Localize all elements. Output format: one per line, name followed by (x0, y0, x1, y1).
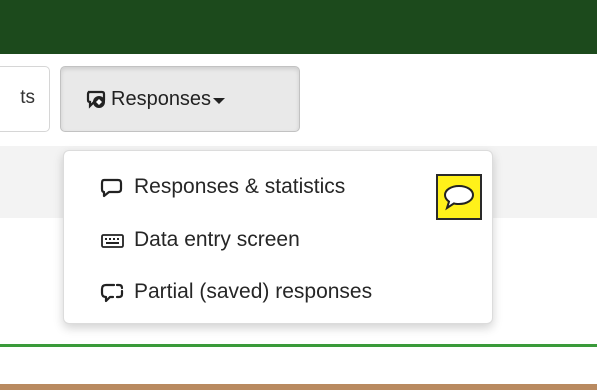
responses-icon (85, 88, 107, 110)
partial-bubble-icon (100, 280, 134, 304)
responses-dropdown-menu: Responses & statistics Data entry screen (63, 150, 493, 324)
menu-item-label: Responses & statistics (134, 175, 346, 198)
brown-divider (0, 384, 597, 390)
green-divider (0, 344, 597, 347)
keyboard-icon (100, 228, 134, 252)
menu-item-partial-responses[interactable]: Partial (saved) responses (100, 272, 372, 312)
menu-item-label: Data entry screen (134, 228, 300, 251)
previous-button-label: ts (20, 87, 35, 108)
menu-item-responses-statistics[interactable]: Responses & statistics (100, 167, 345, 207)
caret-down-icon (213, 97, 226, 104)
previous-toolbar-button[interactable]: ts (0, 66, 50, 132)
responses-button-label: Responses (111, 87, 212, 110)
menu-item-label: Partial (saved) responses (134, 280, 373, 303)
speech-bubble-icon (100, 175, 134, 199)
toolbar: ts Responses (0, 54, 597, 146)
page: ts Responses Responses & statistics Data… (0, 0, 597, 390)
highlighted-speech-bubble-icon[interactable] (436, 174, 482, 220)
top-navbar (0, 0, 597, 54)
responses-dropdown-button[interactable]: Responses (60, 66, 300, 132)
menu-item-data-entry-screen[interactable]: Data entry screen (100, 220, 300, 260)
